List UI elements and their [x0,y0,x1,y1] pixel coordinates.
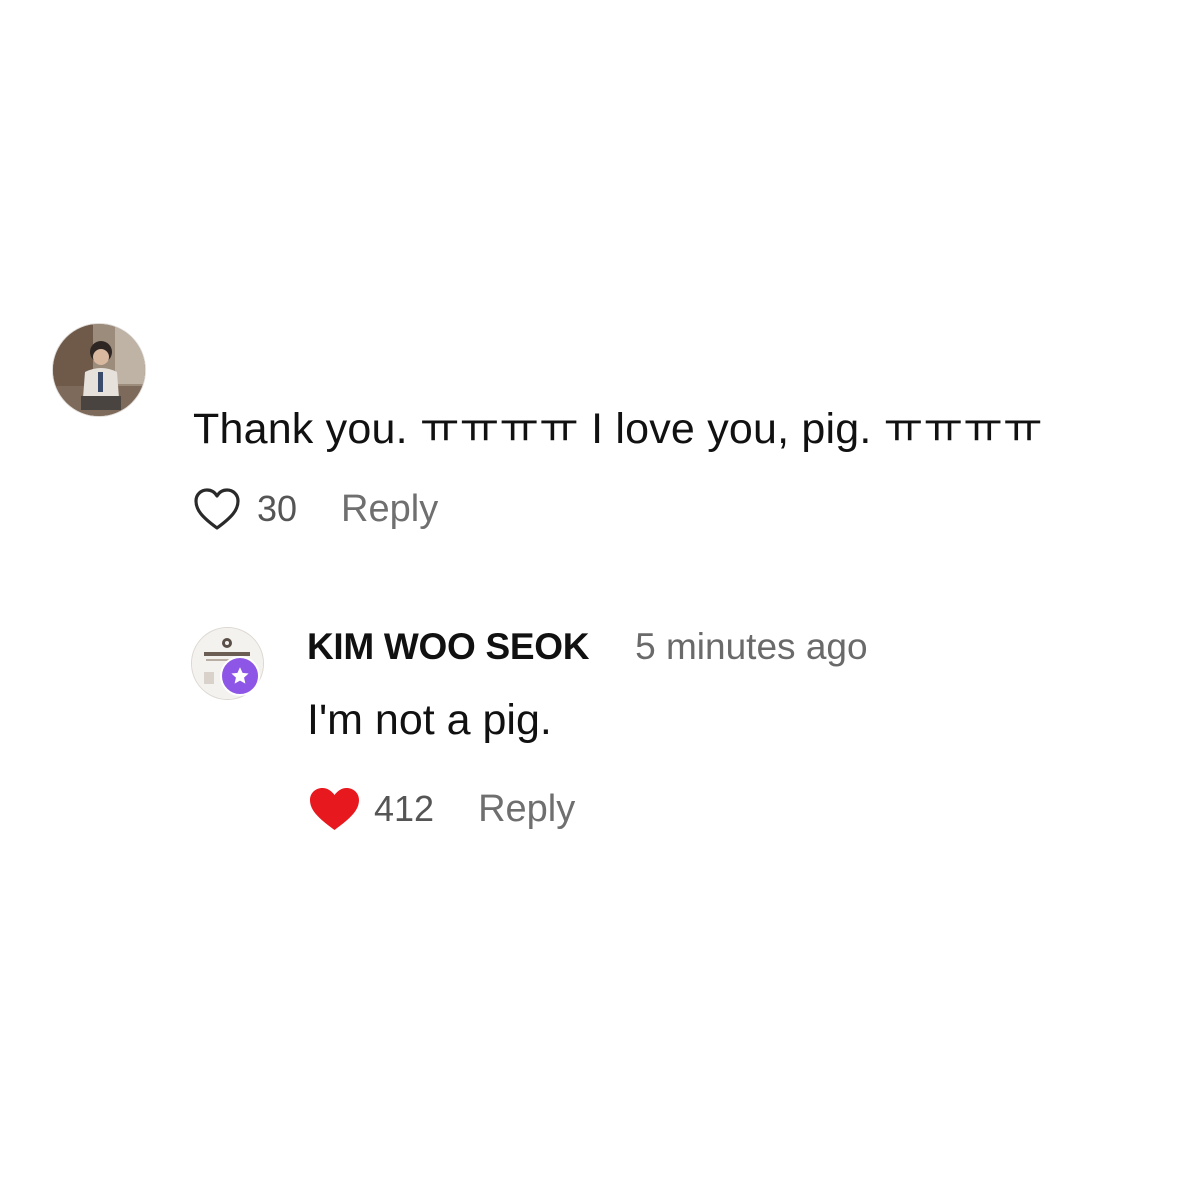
timestamp: 5 minutes ago [635,626,868,667]
reply-actions: 412 Reply [307,784,575,834]
author-name[interactable]: KIM WOO SEOK [307,626,589,668]
comment-actions: 30 Reply [192,484,438,534]
like-count: 30 [257,488,298,529]
reply-button[interactable]: Reply [478,788,575,831]
heart-filled-icon[interactable] [307,785,362,833]
star-badge-icon [220,656,260,696]
reply-header: KIM WOO SEOK 5 minutes ago [307,626,868,668]
comment-text: Thank you. ㅠㅠㅠㅠ I love you, pig. ㅠㅠㅠㅠ [193,405,1043,453]
reply-button[interactable]: Reply [341,488,438,531]
heart-outline-icon[interactable] [192,486,242,532]
user-photo-avatar-image [53,324,145,416]
like-count: 412 [374,788,435,829]
reply-text: I'm not a pig. [307,696,552,744]
user-avatar[interactable] [53,324,145,416]
